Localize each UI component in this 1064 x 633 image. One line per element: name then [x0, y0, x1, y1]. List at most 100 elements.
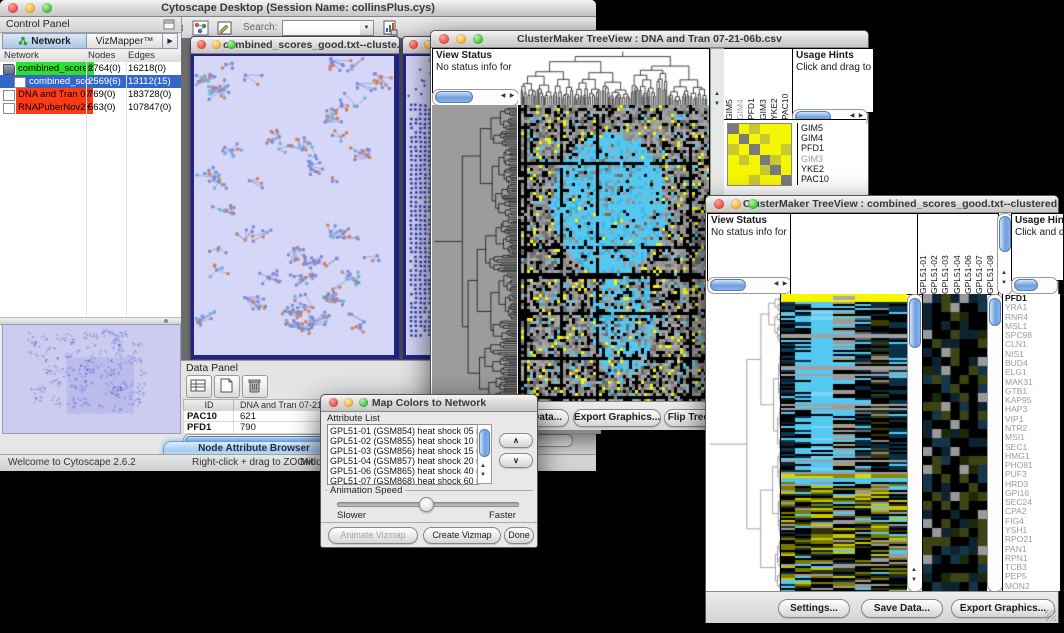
column-label[interactable]: GIM3: [758, 49, 769, 120]
row-label[interactable]: GIM3: [801, 154, 870, 164]
column-dendrogram-area[interactable]: [790, 213, 919, 295]
matrix-cell[interactable]: [760, 175, 771, 185]
close-icon[interactable]: [197, 40, 206, 49]
matrix-cell[interactable]: [781, 134, 792, 144]
minimize-icon[interactable]: [212, 40, 221, 49]
matrix-cell[interactable]: [728, 155, 739, 165]
export-graphics-button[interactable]: Export Graphics...: [951, 599, 1055, 618]
network-canvas[interactable]: [194, 56, 394, 355]
matrix-cell[interactable]: [749, 144, 760, 154]
matrix-cell[interactable]: [749, 165, 760, 175]
matrix-cell[interactable]: [781, 155, 792, 165]
close-icon[interactable]: [714, 199, 724, 209]
matrix-cell[interactable]: [739, 165, 750, 175]
minimize-icon[interactable]: [456, 34, 466, 44]
row-dendrogram[interactable]: [707, 294, 780, 591]
matrix-cell[interactable]: [770, 155, 781, 165]
settings-button[interactable]: Settings...: [778, 599, 850, 618]
row-label[interactable]: YKE2: [801, 164, 870, 174]
create-vizmap-button[interactable]: Create Vizmap: [423, 527, 501, 544]
column-label[interactable]: PFD1: [746, 49, 757, 120]
scroll-left-icon[interactable]: ◀: [499, 93, 507, 100]
scroll-down-icon[interactable]: ▼: [910, 577, 918, 584]
tab-vizmapper[interactable]: VizMapper™: [86, 33, 162, 49]
new-attribute-button[interactable]: [214, 375, 240, 398]
matrix-cell[interactable]: [749, 124, 760, 134]
matrix-cell[interactable]: [749, 155, 760, 165]
scrollbar-thumb[interactable]: [989, 298, 1001, 326]
maximize-icon[interactable]: [42, 3, 52, 13]
matrix-cell[interactable]: [770, 165, 781, 175]
report-icon[interactable]: [382, 20, 399, 36]
matrix-cell[interactable]: [739, 155, 750, 165]
scroll-up-icon[interactable]: ▲: [479, 463, 487, 470]
column-label[interactable]: YKE2: [769, 49, 780, 120]
scroll-right-icon[interactable]: ▶: [508, 93, 516, 100]
scroll-right-icon[interactable]: ▶: [781, 281, 789, 288]
treeview2-hscrollbar[interactable]: ◀ ▶: [707, 277, 792, 294]
attribute-list-scrollbar[interactable]: ▲ ▼: [477, 424, 492, 484]
matrix-cell[interactable]: [760, 165, 771, 175]
network-list-row[interactable]: RNAPuberNov2+563(0)107847(0): [0, 101, 181, 114]
scrollbar-thumb[interactable]: [479, 429, 490, 457]
matrix-cell[interactable]: [739, 175, 750, 185]
matrix-cell[interactable]: [760, 155, 771, 165]
close-icon[interactable]: [8, 3, 18, 13]
delete-attribute-button[interactable]: [242, 375, 268, 398]
attribute-list-item[interactable]: GPL51-06 (GSM865) heat shock 40 min: [328, 466, 478, 476]
scrollbar-thumb[interactable]: [710, 279, 746, 291]
attribute-list-item[interactable]: GPL51-04 (GSM857) heat shock 20 min: [328, 456, 478, 466]
scrollbar-thumb[interactable]: [909, 298, 921, 348]
matrix-cell[interactable]: [728, 175, 739, 185]
col-network[interactable]: Network: [4, 50, 39, 62]
maximize-icon[interactable]: [359, 398, 368, 407]
attribute-listbox[interactable]: GPL51-01 (GSM854) heat shock 05 minGPL51…: [327, 424, 479, 485]
scroll-down-icon[interactable]: ▼: [1000, 280, 1008, 287]
tab-overflow-button[interactable]: ▶: [162, 33, 178, 49]
network-overview[interactable]: [2, 324, 181, 434]
close-icon[interactable]: [329, 398, 338, 407]
scroll-up-icon[interactable]: ▲: [1000, 270, 1008, 277]
export-graphics-button[interactable]: Export Graphics...: [573, 409, 661, 427]
move-down-button[interactable]: ∨: [499, 453, 533, 468]
zoom-heatmap-canvas[interactable]: [922, 294, 987, 591]
attribute-list-item[interactable]: GPL51-07 (GSM868) heat shock 60 min: [328, 476, 478, 485]
minimize-icon[interactable]: [344, 398, 353, 407]
scrollbar-thumb[interactable]: [435, 91, 473, 103]
column-label[interactable]: GPL51-07 (GSM868): [974, 214, 985, 294]
resize-grip-icon[interactable]: [1045, 610, 1056, 621]
animation-slider-thumb[interactable]: [419, 497, 434, 512]
matrix-cell[interactable]: [760, 124, 771, 134]
matrix-cell[interactable]: [739, 124, 750, 134]
scrollbar-thumb[interactable]: [999, 216, 1011, 252]
matrix-cell[interactable]: [760, 144, 771, 154]
col-edges[interactable]: Edges: [128, 50, 155, 62]
save-data-button[interactable]: Save Data...: [861, 599, 943, 618]
matrix-cell[interactable]: [739, 144, 750, 154]
matrix-cell[interactable]: [749, 134, 760, 144]
scroll-down-icon[interactable]: ▼: [713, 101, 721, 108]
column-label[interactable]: GPL51-03 (GSM856): [940, 214, 951, 294]
vizmapper-icon[interactable]: [192, 20, 209, 36]
matrix-cell[interactable]: [739, 134, 750, 144]
treeview1-hscrollbar[interactable]: ◀ ▶: [432, 89, 519, 106]
matrix-cell[interactable]: [728, 124, 739, 134]
column-label[interactable]: GIM4: [735, 49, 746, 120]
minimize-icon[interactable]: [731, 199, 741, 209]
heatmap-canvas[interactable]: [780, 294, 907, 591]
matrix-cell[interactable]: [770, 124, 781, 134]
heatmap-vscrollbar[interactable]: ▲ ▼: [907, 294, 923, 592]
close-icon[interactable]: [439, 34, 449, 44]
heatmap-canvas[interactable]: [518, 105, 710, 402]
tab-network[interactable]: Network: [2, 33, 86, 49]
column-label[interactable]: GPL51-01 (GSM854): [918, 214, 929, 294]
col-nodes[interactable]: Nodes: [88, 50, 115, 62]
network-view-titlebar[interactable]: combined_scores_good.txt--cluste...: [191, 37, 399, 54]
matrix-cell[interactable]: [770, 175, 781, 185]
maximize-icon[interactable]: [748, 199, 758, 209]
matrix-cell[interactable]: [728, 144, 739, 154]
column-label[interactable]: GPL51-08 (GSM872): [985, 214, 996, 294]
map-colors-titlebar[interactable]: Map Colors to Network: [321, 395, 537, 412]
search-input[interactable]: [282, 20, 362, 36]
scroll-left-icon[interactable]: ◀: [772, 281, 780, 288]
